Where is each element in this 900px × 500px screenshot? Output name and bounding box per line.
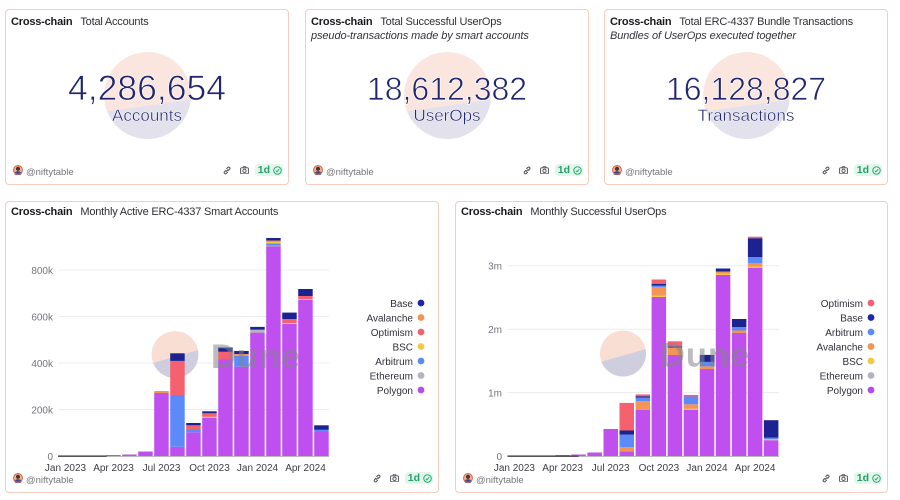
svg-text:Polygon: Polygon [827,386,863,397]
svg-text:Base: Base [840,314,863,325]
svg-text:Optimism: Optimism [821,299,863,310]
svg-text:Avalanche: Avalanche [366,314,413,325]
svg-text:2m: 2m [488,325,502,336]
svg-text:Arbitrum: Arbitrum [375,357,413,368]
svg-text:BSC: BSC [392,343,413,354]
svg-text:Base: Base [390,299,413,310]
svg-text:Avalanche: Avalanche [816,343,863,354]
svg-text:200k: 200k [31,406,54,417]
svg-text:Polygon: Polygon [377,386,413,397]
svg-text:1m: 1m [488,389,502,400]
svg-text:Ethereum: Ethereum [370,372,413,383]
svg-text:600k: 600k [31,313,54,324]
svg-text:800k: 800k [31,266,54,277]
svg-text:3m: 3m [488,262,502,273]
svg-text:Dune: Dune [660,337,750,375]
svg-text:400k: 400k [31,359,54,370]
svg-text:Arbitrum: Arbitrum [825,328,863,339]
svg-text:Dune: Dune [211,338,301,376]
svg-text:0: 0 [496,452,502,463]
svg-text:Optimism: Optimism [371,328,413,339]
svg-text:BSC: BSC [842,357,863,368]
svg-text:0: 0 [47,452,53,463]
svg-text:Ethereum: Ethereum [820,372,863,383]
